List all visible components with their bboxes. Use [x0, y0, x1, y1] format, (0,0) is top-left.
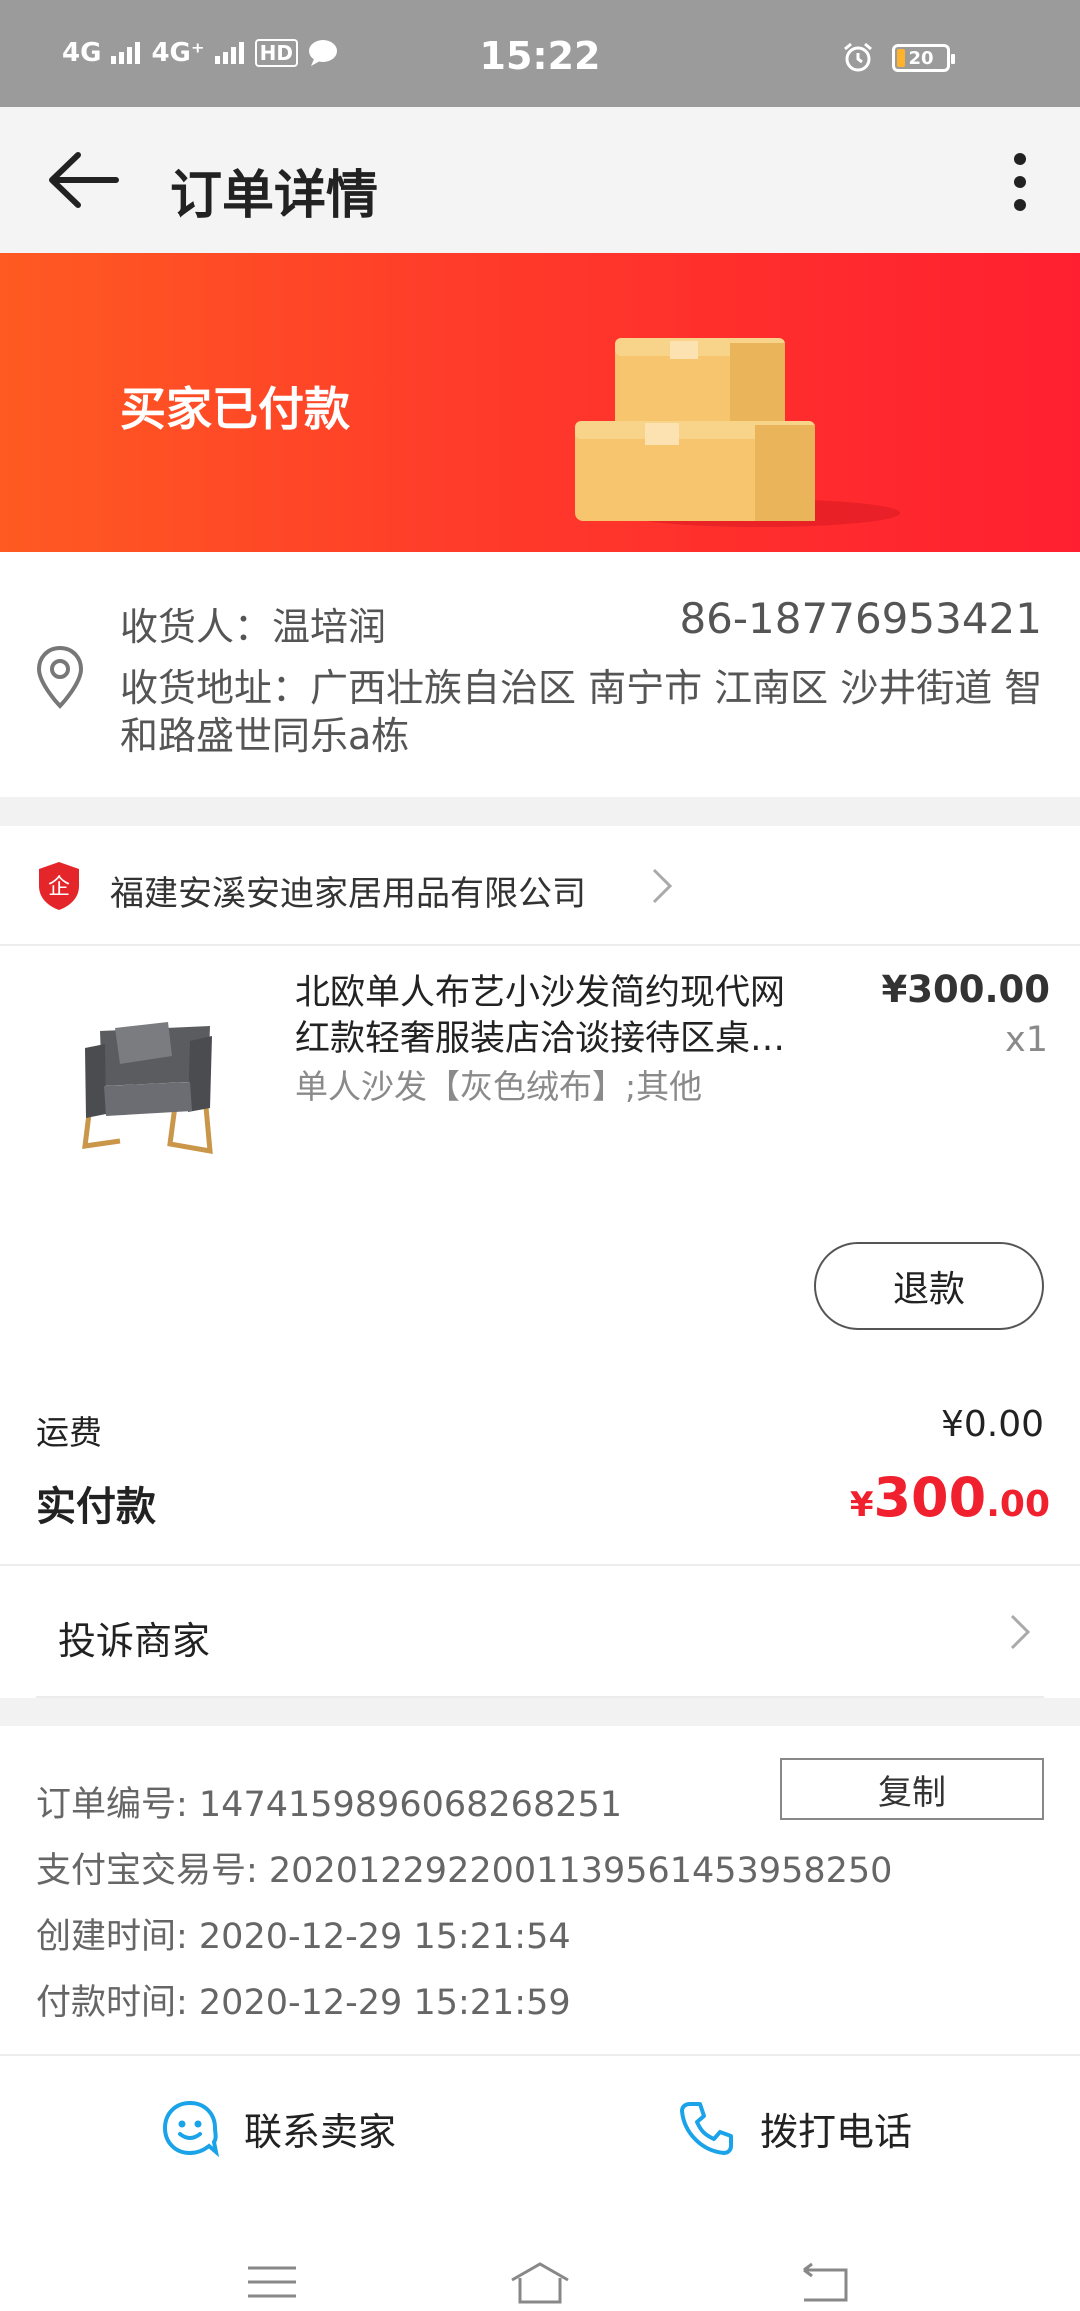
product-item[interactable]: 北欧单人布艺小沙发简约现代网 红款轻奢服装店洽谈接待区桌… 单人沙发【灰色绒布】… [0, 946, 1080, 1336]
location-pin-icon [36, 645, 84, 709]
app-header: 订单详情 [0, 107, 1080, 253]
store-row[interactable]: 企 福建安溪安迪家居用品有限公司 [0, 826, 1080, 946]
back-nav-icon[interactable] [796, 2260, 852, 2304]
call-phone-button[interactable]: 拨打电话 [676, 2098, 912, 2158]
order-info-section: 订单编号: 1474159896068268251 复制 支付宝交易号: 202… [0, 1726, 1080, 2056]
more-options-button[interactable] [990, 147, 1050, 217]
chevron-right-icon [1010, 1614, 1031, 1650]
product-title: 北欧单人布艺小沙发简约现代网 红款轻奢服装店洽谈接待区桌… [295, 973, 786, 1059]
paid-amount-value: ¥300.00 [849, 1466, 1050, 1529]
battery-icon: 20 [892, 44, 955, 72]
menu-icon[interactable] [244, 2260, 300, 2304]
payment-summary: 运费 ¥0.00 实付款 ¥300.00 [0, 1336, 1080, 1566]
chevron-right-icon [652, 868, 673, 904]
shipping-label: 运费 [36, 1413, 102, 1452]
contact-seller-button[interactable]: 联系卖家 [160, 2098, 396, 2158]
created-time: 创建时间: 2020-12-29 15:21:54 [36, 1917, 571, 1957]
home-icon[interactable] [508, 2260, 572, 2304]
order-status-banner: 买家已付款 [0, 253, 1080, 552]
complain-seller-label: 投诉商家 [58, 1619, 211, 1663]
alarm-icon [844, 42, 872, 72]
paid-amount-label: 实付款 [36, 1484, 156, 1530]
shipping-value: ¥0.00 [940, 1404, 1044, 1445]
section-divider [0, 1698, 1080, 1726]
product-price: ¥300.00 [881, 968, 1050, 1011]
back-arrow-icon [49, 152, 119, 208]
status-icons-right: 20 [842, 42, 955, 74]
back-button[interactable] [44, 147, 124, 213]
enterprise-shield-icon: 企 [39, 862, 79, 910]
shipping-address-section: 收货人：温培润 86-18776953421 收货地址：广西壮族自治区 南宁市 … [0, 552, 1080, 797]
package-boxes-illustration [575, 338, 900, 527]
complain-seller-row[interactable]: 投诉商家 [0, 1566, 1080, 1698]
order-number: 订单编号: 1474159896068268251 [36, 1785, 623, 1825]
section-divider [0, 797, 1080, 826]
page-title: 订单详情 [170, 166, 379, 226]
alipay-transaction-number: 支付宝交易号: 2020122922001139561453958250 [36, 1851, 893, 1891]
paid-time: 付款时间: 2020-12-29 15:21:59 [36, 1983, 571, 2023]
order-status-text: 买家已付款 [120, 382, 350, 436]
refund-button[interactable]: 退款 [814, 1242, 1044, 1330]
bottom-action-bar: 联系卖家 拨打电话 [0, 2058, 1080, 2208]
receiver-address: 收货地址：广西壮族自治区 南宁市 江南区 沙井街道 智和路盛世同乐a栋 [120, 666, 1043, 758]
receiver-phone: 86-18776953421 [679, 594, 1042, 643]
contact-seller-label: 联系卖家 [244, 2109, 397, 2154]
product-thumbnail-sofa [60, 986, 240, 1166]
product-spec: 单人沙发【灰色绒布】;其他 [295, 1067, 703, 1106]
phone-icon [680, 2102, 733, 2155]
system-navigation-bar [0, 2208, 1080, 2311]
receiver-name: 收货人：温培润 [120, 605, 387, 649]
store-name: 福建安溪安迪家居用品有限公司 [110, 874, 586, 914]
copy-button[interactable]: 复制 [780, 1758, 1044, 1820]
more-vertical-icon [1014, 153, 1026, 211]
call-phone-label: 拨打电话 [760, 2109, 913, 2154]
chat-smiley-icon [162, 2100, 220, 2158]
status-bar: 4G 4G⁺ HD 15:22 20 [0, 0, 1080, 107]
product-quantity: x1 [1005, 1020, 1048, 1060]
svg-text:企: 企 [48, 875, 70, 900]
